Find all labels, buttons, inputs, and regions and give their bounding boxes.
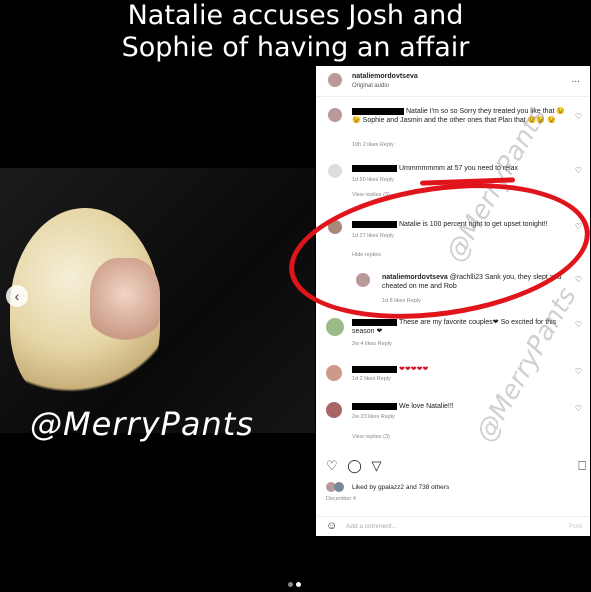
post-username[interactable]: nataliemordovtseva <box>352 73 418 80</box>
face-shape <box>90 258 160 348</box>
comment-text: We love Natalie!!! <box>352 402 567 411</box>
comment-meta: 2w 4 likes Reply <box>352 341 392 347</box>
avatar[interactable] <box>334 482 344 492</box>
post-date: December 4 <box>326 496 356 502</box>
comment-meta: 1d 2 likes Reply <box>352 376 391 382</box>
avatar[interactable] <box>326 402 342 418</box>
post-header: nataliemordovtseva Original audio ... <box>316 66 590 97</box>
previous-slide-button[interactable]: ‹ <box>6 285 28 307</box>
likes-count[interactable]: Liked by gpalazz2 and 738 others <box>352 484 449 491</box>
post-subtitle[interactable]: Original audio <box>352 83 389 89</box>
like-heart-icon[interactable]: ♡ <box>575 404 582 413</box>
like-heart-icon[interactable]: ♡ <box>575 320 582 329</box>
comment-text: Ummmmmmm at 57 you need to relax <box>352 164 567 173</box>
comment-meta: 1d 50 likes Reply <box>352 177 394 183</box>
avatar[interactable] <box>326 318 344 336</box>
comment-meta: 2w 23 likes Reply <box>352 414 395 420</box>
like-heart-icon[interactable]: ♡ <box>575 112 582 121</box>
headline: Natalie accuses Josh and Sophie of havin… <box>0 0 591 64</box>
share-icon[interactable]: ▽ <box>371 458 381 473</box>
like-heart-icon[interactable]: ♡ <box>575 367 582 376</box>
more-options-icon[interactable]: ... <box>572 74 580 85</box>
carousel-dots[interactable] <box>288 574 304 592</box>
headline-line-2: Sophie of having an affair <box>121 32 470 63</box>
carousel-dot-active[interactable] <box>296 582 301 587</box>
comment-icon[interactable]: ◯ <box>347 458 362 473</box>
emoji-icon[interactable]: ☺ <box>326 520 337 532</box>
post-photo <box>0 168 315 433</box>
like-heart-icon[interactable]: ♡ <box>575 275 582 284</box>
post-button[interactable]: Post <box>569 523 582 530</box>
avatar[interactable] <box>328 108 342 122</box>
avatar[interactable] <box>326 365 342 381</box>
add-comment-input[interactable]: Add a comment... <box>346 523 397 530</box>
avatar[interactable] <box>328 164 342 178</box>
watermark-text: @MerryPants <box>30 405 254 443</box>
carousel-dot[interactable] <box>288 582 293 587</box>
view-replies-link[interactable]: View replies (3) <box>352 434 390 440</box>
heart-icon[interactable]: ♡ <box>326 458 338 473</box>
like-heart-icon[interactable]: ♡ <box>575 166 582 175</box>
avatar[interactable] <box>328 73 342 87</box>
headline-line-1: Natalie accuses Josh and <box>127 0 464 31</box>
post-actions: ♡ ◯ ▽ ⎕ <box>326 458 586 474</box>
comment-meta: 10h 2 likes Reply <box>352 142 394 148</box>
add-comment-bar: ☺ Add a comment... Post <box>316 516 590 537</box>
bookmark-icon[interactable]: ⎕ <box>578 458 586 474</box>
